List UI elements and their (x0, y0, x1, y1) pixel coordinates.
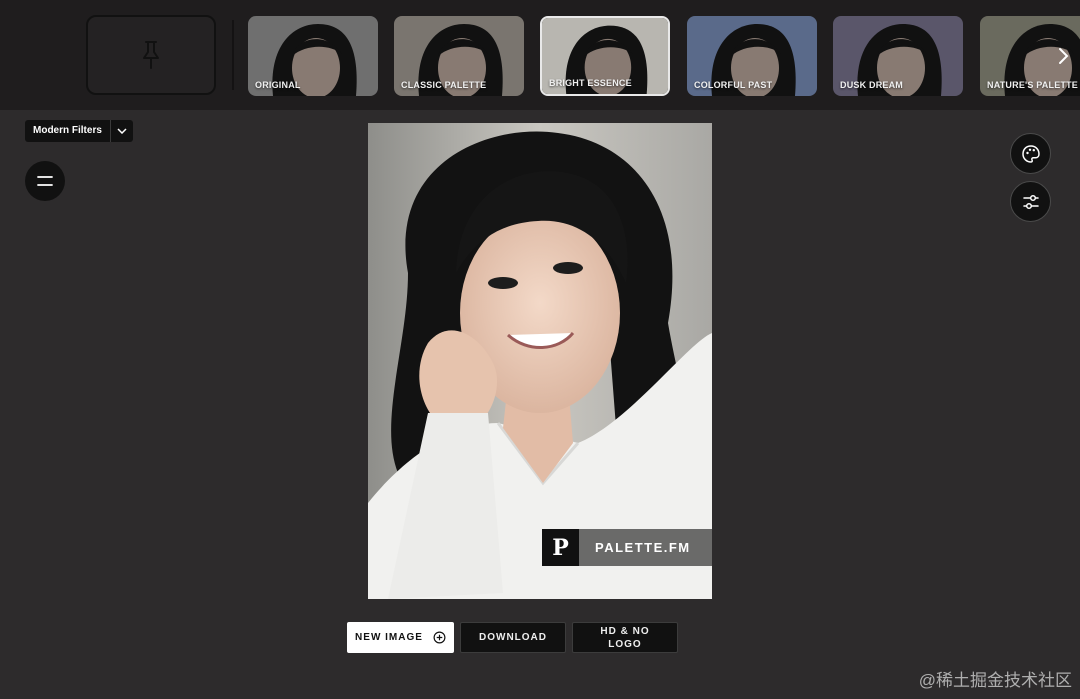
filter-strip: ORIGINAL CLASSIC PALETTE BRIGHT ESSENCE COL… (0, 0, 1080, 110)
chevron-down-icon (109, 120, 133, 142)
filter-label: CLASSIC PALETTE (401, 80, 487, 90)
filter-thumb[interactable]: BRIGHT ESSENCE (540, 16, 670, 96)
result-image (368, 123, 712, 599)
filter-label: NATURE'S PALETTE (987, 80, 1079, 90)
filter-thumb[interactable]: DUSK DREAM (833, 16, 963, 96)
pin-icon (143, 41, 159, 69)
menu-icon (37, 176, 53, 186)
filter-thumb[interactable]: COLORFUL PAST (687, 16, 817, 96)
palette-button[interactable] (1010, 133, 1051, 174)
strip-divider (232, 20, 234, 90)
filter-label: BRIGHT ESSENCE (549, 78, 632, 88)
filter-thumb[interactable]: ORIGINAL (248, 16, 378, 96)
palette-icon (1021, 144, 1040, 163)
filter-thumb[interactable]: CLASSIC PALETTE (394, 16, 524, 96)
adjustments-button[interactable] (1010, 181, 1051, 222)
plus-circle-icon (433, 631, 446, 644)
watermark: P PALETTE.FM (542, 529, 712, 566)
filter-label: DUSK DREAM (840, 80, 904, 90)
watermark-logo: P (542, 529, 579, 566)
download-button[interactable]: DOWNLOAD (460, 622, 566, 653)
hd-no-logo-label: HD & NO LOGO (600, 625, 650, 650)
filter-label: ORIGINAL (255, 80, 301, 90)
chevron-right-icon (1059, 48, 1069, 64)
next-filters-button[interactable] (1050, 38, 1078, 74)
filter-style-dropdown[interactable]: Modern Filters (25, 120, 133, 142)
new-image-button[interactable]: NEW IMAGE (347, 622, 454, 653)
source-watermark: @稀土掘金技术社区 (918, 671, 1072, 690)
portrait-photo (368, 123, 712, 599)
pin-button[interactable] (86, 15, 216, 95)
watermark-text: PALETTE.FM (595, 540, 691, 555)
menu-button[interactable] (25, 161, 65, 201)
filter-style-label: Modern Filters (25, 120, 110, 142)
hd-no-logo-button[interactable]: HD & NO LOGO (572, 622, 678, 653)
sliders-icon (1022, 194, 1039, 209)
filter-label: COLORFUL PAST (694, 80, 773, 90)
download-label: DOWNLOAD (479, 632, 547, 643)
new-image-label: NEW IMAGE (355, 632, 423, 643)
